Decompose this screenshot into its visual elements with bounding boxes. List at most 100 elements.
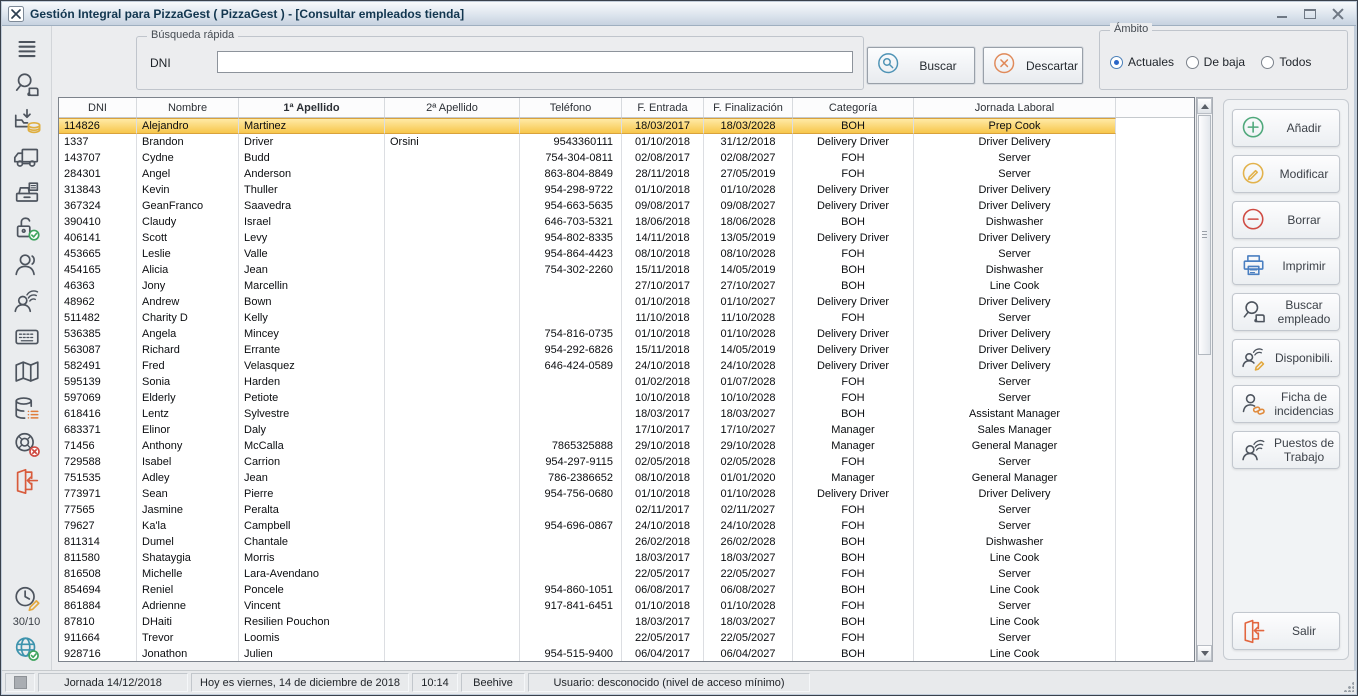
column-header[interactable]: F. Entrada [622, 98, 704, 117]
buscar-empleado-button[interactable]: Buscar empleado [1232, 293, 1340, 331]
puestos-de-trabajo-button[interactable]: Puestos de Trabajo [1232, 431, 1340, 469]
table-row[interactable]: 911664TrevorLoomis22/05/201722/05/2027FO… [59, 630, 1194, 646]
table-row[interactable]: 114826AlejandroMartinez18/03/201718/03/2… [59, 118, 1194, 134]
table-cell [385, 246, 520, 262]
table-row[interactable]: 46363JonyMarcellin27/10/201727/10/2027BO… [59, 278, 1194, 294]
table-cell: Shataygia [137, 550, 239, 566]
table-row[interactable]: 582491FredVelasquez646-424-058924/10/201… [59, 358, 1194, 374]
column-header[interactable]: Nombre [137, 98, 239, 117]
table-cell: 18/03/2028 [704, 118, 793, 134]
resize-grip[interactable] [1340, 678, 1356, 694]
column-header[interactable]: DNI [59, 98, 137, 117]
cash-register-icon[interactable] [11, 178, 43, 208]
unlock-check-icon[interactable] [11, 214, 43, 244]
table-cell: Israel [239, 214, 385, 230]
table-cell: Angela [137, 326, 239, 342]
table-row[interactable]: 595139SoniaHarden01/02/201801/07/2028FOH… [59, 374, 1194, 390]
globe-check-icon[interactable] [11, 634, 43, 664]
table-row[interactable]: 284301AngelAnderson863-804-884928/11/201… [59, 166, 1194, 182]
table-cell: BOH [793, 278, 914, 294]
truck-icon[interactable] [11, 142, 43, 172]
salir-button[interactable]: Salir [1232, 612, 1340, 650]
table-row[interactable]: 597069ElderlyPetiote10/10/201810/10/2028… [59, 390, 1194, 406]
person-icon[interactable] [11, 250, 43, 280]
table-cell: 02/11/2027 [704, 502, 793, 518]
table-cell: Morris [239, 550, 385, 566]
table-row[interactable]: 143707CydneBudd754-304-081102/08/201702/… [59, 150, 1194, 166]
table-cell: 27/05/2019 [704, 166, 793, 182]
table-cell: BOH [793, 582, 914, 598]
buscar-button[interactable]: Buscar [867, 47, 975, 84]
minimize-icon[interactable] [1276, 9, 1288, 19]
maximize-icon[interactable] [1304, 9, 1316, 19]
table-row[interactable]: 861884AdrienneVincent917-841-645101/10/2… [59, 598, 1194, 614]
map-icon[interactable] [11, 358, 43, 388]
column-header[interactable]: Jornada Laboral [914, 98, 1116, 117]
buscar-button-label: Buscar [910, 59, 966, 73]
table-row[interactable]: 811580ShataygiaMorris18/03/201718/03/202… [59, 550, 1194, 566]
table-row[interactable]: 313843KevinThuller954-298-972201/10/2018… [59, 182, 1194, 198]
column-header[interactable]: F. Finalización [704, 98, 793, 117]
column-header[interactable]: Teléfono [520, 98, 622, 117]
inbox-coins-icon[interactable] [11, 106, 43, 136]
table-row[interactable]: 811314DumelChantale26/02/201826/02/2028B… [59, 534, 1194, 550]
a-adir-button[interactable]: Añadir [1232, 109, 1340, 147]
table-row[interactable]: 511482Charity DKelly11/10/201811/10/2028… [59, 310, 1194, 326]
search-scroll-icon[interactable] [11, 70, 43, 100]
table-cell: 01/10/2018 [622, 294, 704, 310]
table-cell: 01/10/2027 [704, 294, 793, 310]
table-row[interactable]: 928716JonathonJulien954-515-940006/04/20… [59, 646, 1194, 662]
table-row[interactable]: 390410ClaudyIsrael646-703-532118/06/2018… [59, 214, 1194, 230]
table-row[interactable]: 48962AndrewBown01/10/201801/10/2027Deliv… [59, 294, 1194, 310]
table-cell: Driver Delivery [914, 486, 1116, 502]
table-cell: Server [914, 518, 1116, 534]
table-row[interactable]: 816508MichelleLara-Avendano22/05/201722/… [59, 566, 1194, 582]
quick-search-group: Búsqueda rápida DNI [136, 36, 864, 90]
exit-door-icon[interactable] [11, 466, 43, 496]
scrollbar-thumb[interactable] [1198, 115, 1211, 355]
table-row[interactable]: 729588IsabelCarrion954-297-911502/05/201… [59, 454, 1194, 470]
menu-icon[interactable] [11, 34, 43, 64]
column-header[interactable]: 2ª Apellido [385, 98, 520, 117]
table-row[interactable]: 536385AngelaMincey754-816-073501/10/2018… [59, 326, 1194, 342]
table-row[interactable]: 77565JasminePeralta02/11/201702/11/2027F… [59, 502, 1194, 518]
database-list-icon[interactable] [11, 394, 43, 424]
table-row[interactable]: 367324GeanFrancoSaavedra954-663-563509/0… [59, 198, 1194, 214]
column-header[interactable]: 1ª Apellido [239, 98, 385, 117]
table-cell: 284301 [59, 166, 137, 182]
scrollbar-up-button[interactable] [1197, 98, 1212, 114]
descartar-button[interactable]: Descartar [983, 47, 1083, 84]
table-row[interactable]: 454165AliciaJean754-302-226015/11/201814… [59, 262, 1194, 278]
person-waves-icon[interactable] [11, 286, 43, 316]
ficha-de-incidencias-button[interactable]: Ficha de incidencias [1232, 385, 1340, 423]
disponibili-button[interactable]: Disponibili. [1232, 339, 1340, 377]
table-row[interactable]: 773971SeanPierre954-756-068001/10/201801… [59, 486, 1194, 502]
table-row[interactable]: 406141ScottLevy954-802-833514/11/201813/… [59, 230, 1194, 246]
table-row[interactable]: 453665LeslieValle954-864-442308/10/20180… [59, 246, 1194, 262]
close-icon[interactable] [1332, 9, 1344, 19]
table-row[interactable]: 618416LentzSylvestre18/03/201718/03/2027… [59, 406, 1194, 422]
table-cell: 954-696-0867 [520, 518, 622, 534]
ambito-radio-actuales[interactable]: Actuales [1110, 55, 1186, 69]
lifering-error-icon[interactable] [11, 430, 43, 460]
ambito-radio-todos[interactable]: Todos [1261, 55, 1337, 69]
clock-edit-icon[interactable] [11, 584, 43, 614]
table-row[interactable]: 563087RichardErrante954-292-682615/11/20… [59, 342, 1194, 358]
table-row[interactable]: 854694RenielPoncele954-860-105106/08/201… [59, 582, 1194, 598]
table-row[interactable]: 683371ElinorDaly17/10/201717/10/2027Mana… [59, 422, 1194, 438]
table-row[interactable]: 79627Ka'laCampbell954-696-086724/10/2018… [59, 518, 1194, 534]
dni-input[interactable] [217, 51, 853, 73]
modificar-button[interactable]: Modificar [1232, 155, 1340, 193]
table-cell: 09/08/2017 [622, 198, 704, 214]
ambito-radio-de-baja[interactable]: De baja [1186, 55, 1262, 69]
borrar-button[interactable]: Borrar [1232, 201, 1340, 239]
column-header[interactable]: Categoría [793, 98, 914, 117]
table-row[interactable]: 751535AdleyJean786-238665208/10/201801/0… [59, 470, 1194, 486]
scrollbar-down-button[interactable] [1197, 645, 1212, 661]
table-row[interactable]: 87810DHaitiResilien Pouchon18/03/201718/… [59, 614, 1194, 630]
table-row[interactable]: 71456AnthonyMcCalla786532588829/10/20182… [59, 438, 1194, 454]
table-row[interactable]: 1337BrandonDriverOrsini954336011101/10/2… [59, 134, 1194, 150]
table-cell [385, 566, 520, 582]
imprimir-button[interactable]: Imprimir [1232, 247, 1340, 285]
keyboard-icon[interactable] [11, 322, 43, 352]
